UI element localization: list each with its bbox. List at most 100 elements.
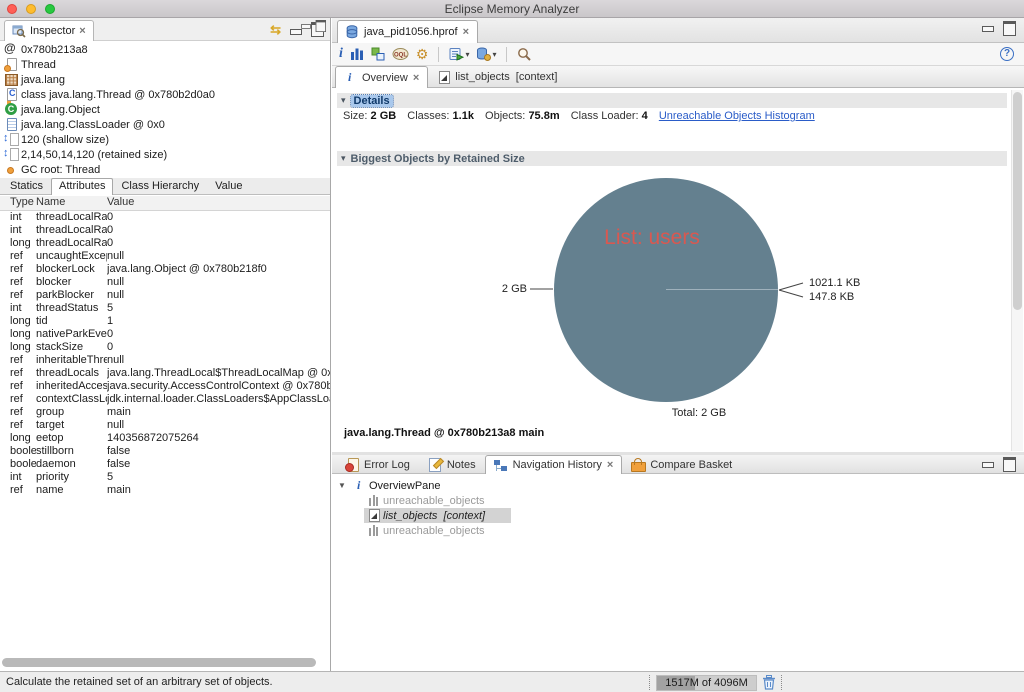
horizontal-scrollbar[interactable]: [2, 658, 322, 667]
attribute-row[interactable]: ref inheritedAcces java.security.AccessC…: [0, 380, 330, 393]
tree-item[interactable]: 0x780b213a8: [0, 42, 330, 57]
tree-item[interactable]: 120 (shallow size): [0, 132, 330, 147]
tree-item[interactable]: GC root: Thread: [0, 162, 330, 177]
run-garbage-collector-button[interactable]: [762, 675, 777, 691]
attribute-type: ref: [0, 419, 36, 432]
biggest-objects-section-header[interactable]: Biggest Objects by Retained Size: [337, 151, 1007, 166]
tab-heap-dump[interactable]: java_pid1056.hprof: [337, 20, 478, 43]
scrollbar-thumb[interactable]: [1013, 92, 1022, 310]
tree-item[interactable]: Thread: [0, 57, 330, 72]
attribute-row[interactable]: ref name main: [0, 484, 330, 497]
attribute-row[interactable]: ref group main: [0, 406, 330, 419]
attribute-row[interactable]: boolean daemon false: [0, 458, 330, 471]
tree-item[interactable]: java.lang.Object: [0, 102, 330, 117]
attribute-row[interactable]: ref blockerLock java.lang.Object @ 0x780…: [0, 263, 330, 276]
subtab-value[interactable]: Value: [207, 178, 250, 194]
scrollbar-thumb[interactable]: [2, 658, 316, 667]
pie-chart[interactable]: [554, 178, 778, 402]
tab-error-log[interactable]: Error Log: [336, 455, 419, 473]
attribute-row[interactable]: long nativeParkEver 0: [0, 328, 330, 341]
editor-actions: [982, 21, 1016, 36]
navigation-history-item[interactable]: unreachable_objects: [332, 523, 1024, 538]
navigation-history-item[interactable]: unreachable_objects: [332, 493, 1024, 508]
histogram-button[interactable]: [350, 45, 364, 63]
tree-item[interactable]: class java.lang.Thread @ 0x780b2d0a0: [0, 87, 330, 102]
attribute-value: 0: [107, 211, 330, 224]
expand-arrow-icon[interactable]: [338, 481, 350, 490]
subtab-actions: [301, 20, 326, 32]
tree-item[interactable]: java.lang.ClassLoader @ 0x0: [0, 117, 330, 132]
attribute-row[interactable]: long tid 1: [0, 315, 330, 328]
inspector-tab[interactable]: Inspector: [4, 20, 94, 41]
overview-info-button[interactable]: [339, 45, 343, 63]
drag-grip[interactable]: [781, 675, 782, 690]
inspector-subtabs: Statics Attributes Class Hierarchy Value: [0, 178, 330, 195]
attribute-row[interactable]: ref uncaughtExcep null: [0, 250, 330, 263]
histogram-icon: [350, 47, 364, 61]
column-type[interactable]: Type: [0, 196, 36, 210]
vertical-scrollbar[interactable]: [1011, 90, 1023, 451]
attribute-row[interactable]: int priority 5: [0, 471, 330, 484]
column-name[interactable]: Name: [36, 196, 107, 210]
attribute-row[interactable]: int threadLocalRa 0: [0, 224, 330, 237]
tab-notes[interactable]: Notes: [419, 455, 485, 473]
attribute-type: ref: [0, 354, 36, 367]
attribute-value: java.lang.ThreadLocal$ThreadLocalMap @ 0…: [107, 367, 330, 380]
attribute-row[interactable]: ref inheritableThre null: [0, 354, 330, 367]
help-button[interactable]: [1000, 47, 1014, 61]
minimize-view-icon[interactable]: [982, 457, 994, 472]
attribute-row[interactable]: ref contextClassLo jdk.internal.loader.C…: [0, 393, 330, 406]
link-with-snapshot-icon[interactable]: [270, 23, 281, 36]
classloader-label: Class Loader:: [571, 110, 639, 122]
heap-status-widget[interactable]: 1517M of 4096M: [656, 675, 757, 691]
dominator-tree-button[interactable]: [371, 45, 385, 63]
tab-navigation-history[interactable]: Navigation History: [485, 455, 623, 474]
attribute-value: null: [107, 250, 330, 263]
tab-overview[interactable]: Overview: [335, 66, 428, 88]
minimize-view-icon[interactable]: [290, 24, 302, 35]
attribute-row[interactable]: int threadLocalRa 0: [0, 211, 330, 224]
attribute-row[interactable]: long stackSize 0: [0, 341, 330, 354]
attribute-row[interactable]: ref threadLocals java.lang.ThreadLocal$T…: [0, 367, 330, 380]
attribute-row[interactable]: ref parkBlocker null: [0, 289, 330, 302]
attribute-row[interactable]: ref target null: [0, 419, 330, 432]
selected-object-label: java.lang.Thread @ 0x780b213a8 main: [344, 427, 544, 439]
tree-item[interactable]: java.lang: [0, 72, 330, 87]
details-section-header[interactable]: Details: [337, 93, 1007, 108]
oql-button[interactable]: OQL: [392, 45, 409, 63]
attribute-row[interactable]: ref blocker null: [0, 276, 330, 289]
collapse-arrow-icon[interactable]: [341, 153, 346, 164]
navigation-history-item[interactable]: list_objects [context]: [332, 508, 1024, 523]
collapse-arrow-icon[interactable]: [341, 95, 346, 106]
tab-list-objects[interactable]: list_objects [context]: [428, 66, 566, 87]
attribute-row[interactable]: boolean stillborn false: [0, 445, 330, 458]
minimize-editor-icon[interactable]: [982, 21, 994, 36]
navigation-history-item[interactable]: OverviewPane: [332, 478, 1024, 493]
unreachable-objects-histogram-link[interactable]: Unreachable Objects Histogram: [659, 110, 815, 122]
attribute-row[interactable]: long eetop 140356872075264: [0, 432, 330, 445]
subtab-attributes[interactable]: Attributes: [51, 178, 113, 195]
attribute-row[interactable]: long threadLocalRa 0: [0, 237, 330, 250]
close-icon[interactable]: [463, 26, 469, 38]
search-button[interactable]: [517, 45, 532, 63]
close-icon[interactable]: [79, 25, 85, 37]
close-icon[interactable]: [413, 72, 419, 84]
pie-label-2gb: 2 GB: [482, 283, 527, 295]
leak-report-button[interactable]: [416, 45, 429, 63]
query-browser-dropdown[interactable]: [449, 45, 469, 63]
heap-dump-actions-dropdown[interactable]: [476, 45, 496, 63]
subtab-class-hierarchy[interactable]: Class Hierarchy: [113, 178, 207, 194]
column-value[interactable]: Value: [107, 196, 330, 210]
maximize-view-icon[interactable]: [1003, 457, 1016, 472]
close-icon[interactable]: [607, 459, 613, 471]
attribute-row[interactable]: int threadStatus 5: [0, 302, 330, 315]
maximize-editor-icon[interactable]: [1003, 21, 1016, 36]
drag-grip[interactable]: [649, 675, 650, 690]
subtab-statics[interactable]: Statics: [2, 178, 51, 194]
minimize-pane-icon[interactable]: [301, 20, 311, 32]
maximize-pane-icon[interactable]: [316, 20, 326, 32]
tree-item[interactable]: 2,14,50,14,120 (retained size): [0, 147, 330, 162]
statusbar: Calculate the retained set of an arbitra…: [0, 671, 1024, 692]
classes-value: 1.1k: [453, 110, 474, 122]
tab-compare-basket[interactable]: Compare Basket: [622, 455, 741, 473]
